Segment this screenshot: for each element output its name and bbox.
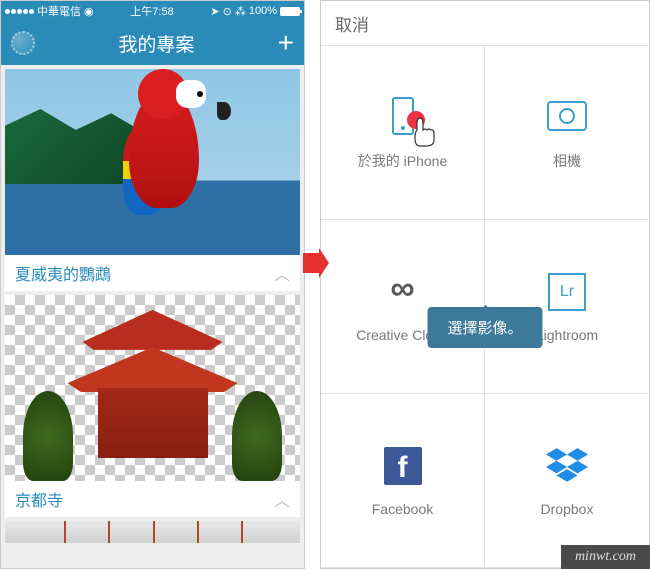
bluetooth-icon: ⁂: [235, 5, 246, 18]
wifi-icon: ◉: [84, 5, 94, 18]
phone-icon: [382, 95, 424, 137]
project-thumbnail[interactable]: [5, 521, 300, 543]
cancel-button[interactable]: 取消: [335, 11, 369, 36]
source-camera[interactable]: 相機: [485, 46, 649, 220]
source-label: 相機: [553, 151, 581, 171]
image-source-picker: 取消 於我的 iPhone 相機 Creative Cloud Lr: [320, 0, 650, 569]
location-icon: ➤: [210, 5, 219, 18]
page-title: 我的專案: [118, 30, 194, 57]
cancel-bar: 取消: [321, 1, 649, 46]
source-on-my-iphone[interactable]: 於我的 iPhone: [321, 46, 485, 220]
project-thumbnail[interactable]: [5, 69, 300, 255]
battery-icon: [280, 7, 300, 16]
chevron-up-icon[interactable]: ︿: [274, 487, 290, 511]
add-project-button[interactable]: +: [278, 27, 294, 59]
project-title: 夏威夷的鸚鵡: [15, 261, 111, 285]
projects-screen: 中華電信 ◉ 上午7:58 ➤ ⊙ ⁂ 100% 我的專案 +: [0, 0, 305, 569]
project-card[interactable]: 夏威夷的鸚鵡 ︿: [5, 69, 300, 291]
watermark: minwt.com: [561, 545, 650, 569]
chevron-up-icon[interactable]: ︿: [274, 261, 290, 285]
battery-pct: 100%: [249, 5, 277, 17]
title-bar: 我的專案 +: [1, 21, 304, 65]
source-label: 於我的 iPhone: [358, 151, 447, 171]
project-card[interactable]: [5, 521, 300, 543]
clock: 上午7:58: [130, 3, 173, 19]
dropbox-icon: [546, 445, 588, 487]
app-logo-icon[interactable]: [11, 31, 35, 55]
facebook-icon: f: [382, 445, 424, 487]
project-list[interactable]: 夏威夷的鸚鵡 ︿ 京都寺 ︿: [1, 65, 304, 568]
alarm-icon: ⊙: [223, 5, 232, 18]
status-bar: 中華電信 ◉ 上午7:58 ➤ ⊙ ⁂ 100%: [1, 1, 304, 21]
source-label: Lightroom: [536, 327, 598, 343]
project-card[interactable]: 京都寺 ︿: [5, 295, 300, 517]
source-label: Dropbox: [541, 501, 594, 517]
source-facebook[interactable]: f Facebook: [321, 394, 485, 568]
camera-icon: [546, 95, 588, 137]
project-thumbnail[interactable]: [5, 295, 300, 481]
creative-cloud-icon: [382, 271, 424, 313]
lightroom-icon: Lr: [546, 271, 588, 313]
project-title: 京都寺: [15, 487, 63, 511]
source-dropbox[interactable]: Dropbox: [485, 394, 649, 568]
tooltip-select-image: 選擇影像。: [427, 307, 542, 348]
signal-icon: [5, 9, 34, 14]
carrier-label: 中華電信: [37, 3, 81, 19]
arrow-right-icon: [303, 248, 329, 278]
source-label: Facebook: [372, 501, 433, 517]
